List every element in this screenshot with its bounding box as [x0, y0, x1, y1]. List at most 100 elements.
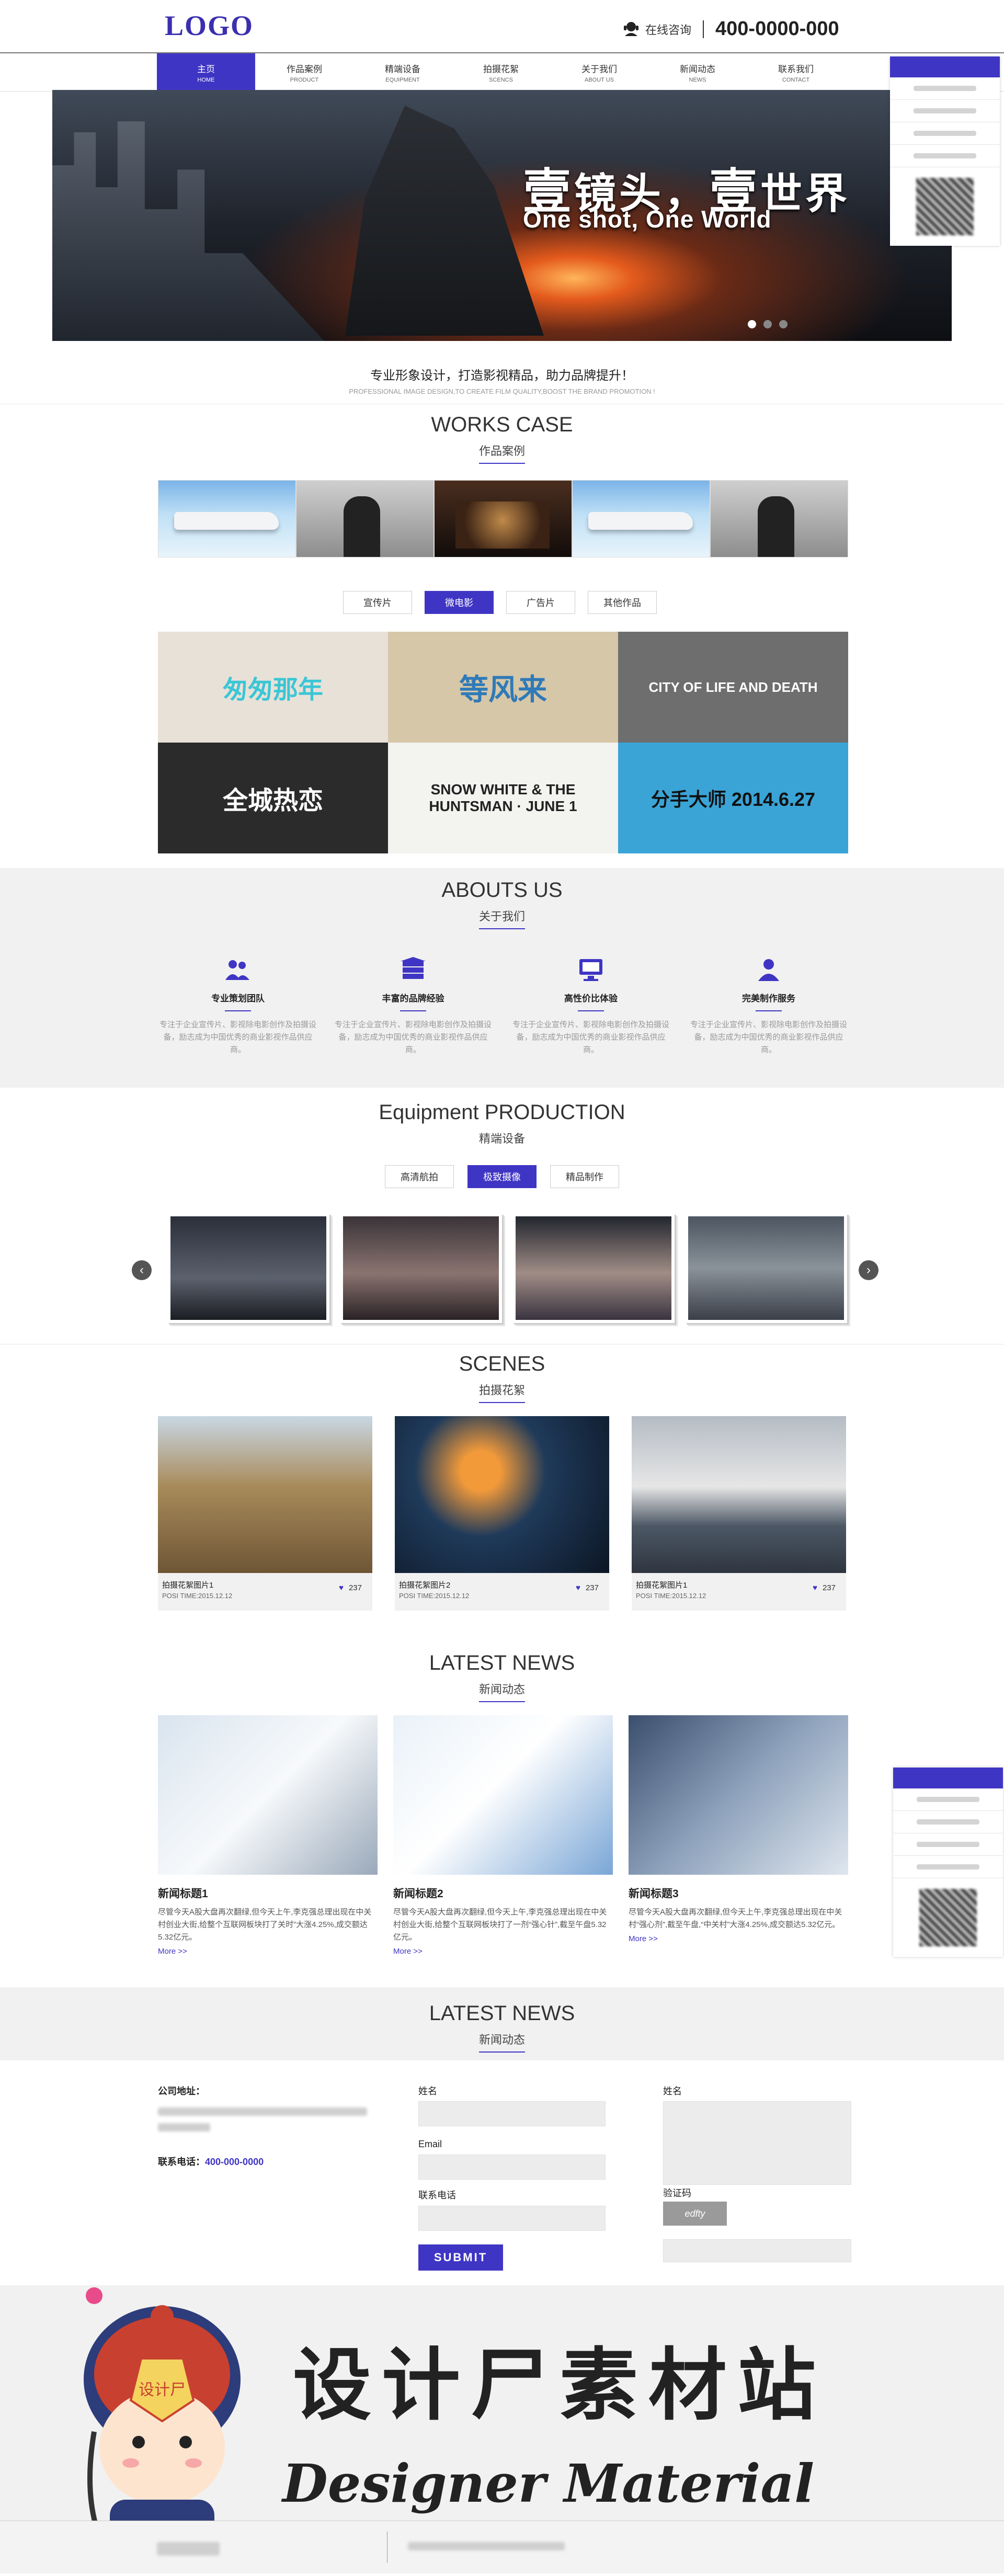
- like-count[interactable]: ♥ 237: [813, 1583, 836, 1592]
- banner-dot[interactable]: [779, 320, 788, 328]
- nav-item-news[interactable]: 新闻动态 NEWS: [648, 53, 747, 91]
- side-panel-item[interactable]: [893, 1833, 1003, 1856]
- more-link[interactable]: More >>: [393, 1947, 613, 1956]
- equipment-image[interactable]: [340, 1213, 502, 1323]
- side-panel-item[interactable]: [893, 1788, 1003, 1811]
- scene-card[interactable]: 拍摄花絮图片1 POSI TIME:2015.12.12 ♥ 237: [158, 1416, 372, 1611]
- side-panel-item[interactable]: [890, 122, 1000, 145]
- email-input[interactable]: [418, 2155, 606, 2180]
- side-panel-item[interactable]: [893, 1856, 1003, 1878]
- filter-other[interactable]: 其他作品: [588, 591, 657, 614]
- equipment-section-heading: Equipment PRODUCTION 精端设备: [0, 1101, 1004, 1150]
- tab-aerial[interactable]: 高清航拍: [385, 1165, 454, 1188]
- section-subtitle: 新闻动态: [478, 1680, 525, 1702]
- about-section-heading: ABOUTS US 关于我们: [0, 879, 1004, 929]
- scene-card[interactable]: 拍摄花絮图片2 POSI TIME:2015.12.12 ♥ 237: [395, 1416, 609, 1611]
- more-link[interactable]: More >>: [629, 1934, 848, 1943]
- side-panel-item[interactable]: [893, 1811, 1003, 1833]
- section-subtitle: 关于我们: [478, 907, 525, 929]
- works-thumbnail[interactable]: [710, 480, 848, 557]
- heart-icon: ♥: [339, 1583, 344, 1592]
- tab-camera[interactable]: 极致摄像: [467, 1165, 537, 1188]
- hotline-number: 400-0000-000: [715, 18, 839, 40]
- main-nav: 主页 HOME 作品案例 PRODUCT 精端设备 EQUIPMENT 拍摄花絮 SCE…: [0, 52, 1004, 92]
- nav-item-product[interactable]: 作品案例 PRODUCT: [255, 53, 353, 91]
- side-contact-panel: [890, 56, 1000, 246]
- logo[interactable]: LOGO: [165, 9, 254, 42]
- equipment-image[interactable]: [512, 1213, 675, 1323]
- nav-item-contact[interactable]: 联系我们 CONTACT: [747, 53, 845, 91]
- banner-dot[interactable]: [763, 320, 772, 328]
- carousel-prev-button[interactable]: ‹: [132, 1260, 152, 1280]
- captcha-image[interactable]: edfty: [663, 2202, 727, 2226]
- side-panel-header: [890, 56, 1000, 77]
- submit-button[interactable]: SUBMIT: [418, 2244, 503, 2271]
- name-input[interactable]: [418, 2101, 606, 2126]
- hero-banner[interactable]: 壹镜头，壹世界 One shot, One World: [52, 90, 952, 341]
- filter-ad[interactable]: 广告片: [506, 591, 575, 614]
- tab-production[interactable]: 精品制作: [550, 1165, 619, 1188]
- section-subtitle: 新闻动态: [478, 2031, 525, 2053]
- side-panel-item[interactable]: [890, 100, 1000, 122]
- footer-text: [408, 2542, 565, 2550]
- footer-logo: [157, 2542, 220, 2556]
- section-title: SCENES: [459, 1352, 545, 1375]
- filter-micro-film[interactable]: 微电影: [425, 591, 494, 614]
- works-section-heading: WORKS CASE 作品案例: [0, 413, 1004, 464]
- hotline-label: 在线咨询: [645, 23, 692, 37]
- equipment-image[interactable]: [685, 1213, 847, 1323]
- team-icon: [225, 960, 249, 980]
- banner-dot[interactable]: [748, 320, 756, 328]
- works-poster[interactable]: SNOW WHITE & THE HUNTSMAN · JUNE 1: [388, 743, 618, 853]
- tel-label: 联系电话: [418, 2190, 456, 2201]
- scene-card[interactable]: 拍摄花絮图片1 POSI TIME:2015.12.12 ♥ 237: [632, 1416, 846, 1611]
- heart-icon: ♥: [813, 1583, 817, 1592]
- scene-image: [395, 1416, 609, 1573]
- works-poster[interactable]: 分手大师 2014.6.27: [618, 743, 848, 853]
- side-contact-panel: [893, 1768, 1003, 1957]
- tel-input[interactable]: [418, 2206, 606, 2231]
- like-count[interactable]: ♥ 237: [576, 1583, 599, 1592]
- qr-code: [893, 1878, 1003, 1957]
- news-section-heading: LATEST NEWS 新闻动态: [0, 1651, 1004, 1702]
- section-subtitle: 精端设备: [478, 1132, 525, 1145]
- nav-item-scenes[interactable]: 拍摄花絮 SCENCS: [452, 53, 550, 91]
- works-thumbnail[interactable]: [158, 480, 296, 557]
- news-card[interactable]: 新闻标题3 尽管今天A股大盘再次翻绿,但今天上午,李克强总理出现在中关村“强心剂…: [629, 1715, 848, 1943]
- about-feature: 丰富的品牌经验 专注于企业宣传片、影视除电影创作及拍摄设备，励志成为中国优秀的商…: [335, 957, 492, 1056]
- hotline[interactable]: 在线咨询 400-0000-000: [622, 18, 839, 40]
- banner-pagination: [748, 320, 788, 328]
- works-thumbnail[interactable]: [434, 480, 572, 557]
- equipment-image[interactable]: [167, 1213, 329, 1323]
- like-count[interactable]: ♥ 237: [339, 1583, 362, 1592]
- carousel-next-button[interactable]: ›: [859, 1260, 878, 1280]
- banner-monster-image: [345, 106, 544, 336]
- works-poster[interactable]: 全城热恋: [158, 743, 388, 853]
- watermark-text-cn: 设计尸素材站: [293, 2339, 827, 2431]
- captcha-input[interactable]: [663, 2239, 851, 2262]
- works-poster[interactable]: 匆匆那年: [158, 632, 388, 743]
- slogan: 专业形象设计，打造影视精品，助力品牌提升！ PROFESSIONAL IMAGE…: [0, 365, 1004, 395]
- about-feature: 专业策划团队 专注于企业宣传片、影视除电影创作及拍摄设备，励志成为中国优秀的商业…: [159, 957, 316, 1056]
- message-textarea[interactable]: [663, 2101, 851, 2185]
- nav-item-about[interactable]: 关于我们 ABOUT US: [550, 53, 648, 91]
- address-label: 公司地址：: [158, 2086, 205, 2096]
- filter-promo[interactable]: 宣传片: [343, 591, 412, 614]
- more-link[interactable]: More >>: [158, 1947, 378, 1956]
- phone-row: 联系电话：400-000-0000: [158, 2157, 264, 2167]
- works-poster[interactable]: CITY OF LIFE AND DEATH: [618, 632, 848, 743]
- hotline-divider: [703, 20, 704, 38]
- address-text: [158, 2107, 367, 2116]
- works-thumbnail[interactable]: [572, 480, 710, 557]
- news-card[interactable]: 新闻标题2 尽管今天A股大盘再次翻绿,但今天上午,李克强总理出现在中关村创业大街…: [393, 1715, 613, 1956]
- nav-item-home[interactable]: 主页 HOME: [157, 53, 255, 91]
- works-thumbnail[interactable]: [296, 480, 434, 557]
- side-panel-item[interactable]: [890, 145, 1000, 167]
- news-card[interactable]: 新闻标题1 尽管今天A股大盘再次翻绿,但今天上午,李克强总理出现在中关村创业大街…: [158, 1715, 378, 1956]
- news-image: [158, 1715, 378, 1875]
- side-panel-item[interactable]: [890, 77, 1000, 100]
- nav-item-equipment[interactable]: 精端设备 EQUIPMENT: [353, 53, 452, 91]
- slogan-cn: 专业形象设计，打造影视精品，助力品牌提升！: [370, 369, 634, 383]
- news-image: [393, 1715, 613, 1875]
- works-poster[interactable]: 等风来: [388, 632, 618, 743]
